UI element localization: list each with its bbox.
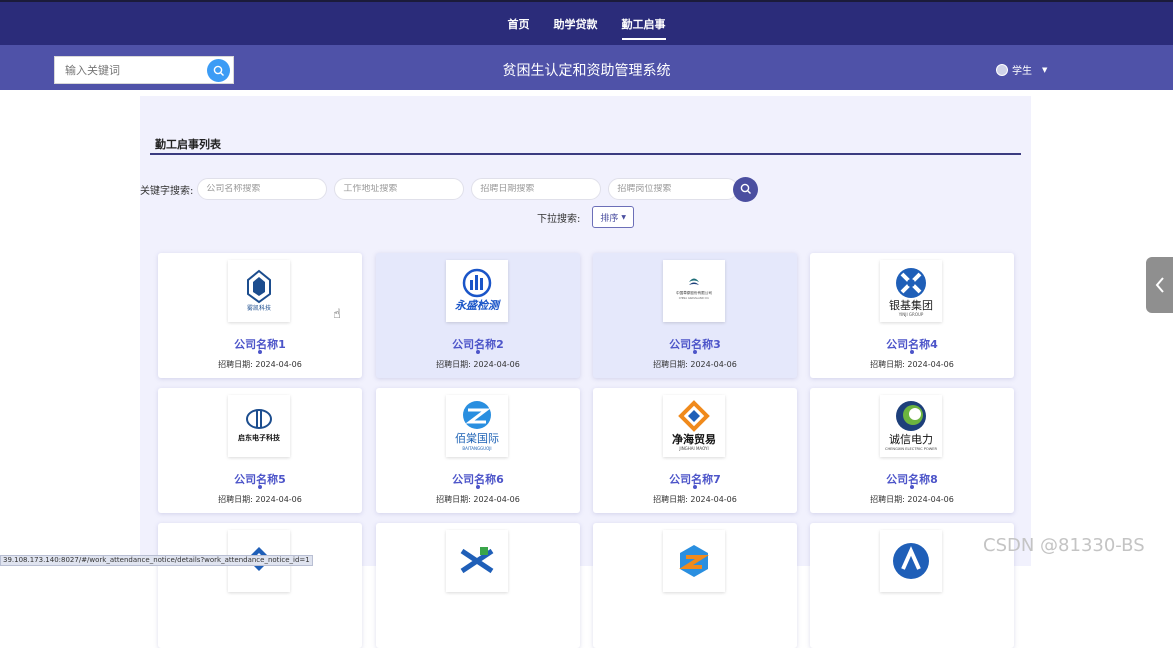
- indicator-dot: [910, 350, 914, 354]
- nav-home[interactable]: 首页: [508, 10, 530, 38]
- main-panel: 勤工启事列表 关键字搜索: 下拉搜索: 排序 ▼ 雾凯科技 公司: [140, 96, 1031, 648]
- svg-text:银基集团: 银基集团: [889, 298, 933, 312]
- address-search-input[interactable]: [343, 184, 454, 194]
- company-card[interactable]: 雾凯科技 公司名称1 招聘日期: 2024-04-06: [158, 253, 362, 378]
- company-card[interactable]: 启东电子科技 公司名称5 招聘日期: 2024-04-06: [158, 388, 362, 513]
- indicator-dot: [476, 485, 480, 489]
- company-card[interactable]: 永盛检测 公司名称2 招聘日期: 2024-04-06: [376, 253, 580, 378]
- nav-student-loan[interactable]: 助学贷款: [554, 10, 598, 38]
- company-logo: 启东电子科技: [228, 395, 290, 457]
- indicator-dot: [258, 350, 262, 354]
- dropdown-search-label: 下拉搜索:: [537, 213, 581, 225]
- company-card[interactable]: [158, 523, 362, 648]
- company-card[interactable]: [593, 523, 797, 648]
- svg-text:BAITANGGUOJI: BAITANGGUOJI: [462, 446, 491, 451]
- search-icon: [740, 183, 751, 194]
- svg-text:佰棠国际: 佰棠国际: [455, 432, 499, 445]
- company-logo: 银基集团 YINJI GROUP: [880, 260, 942, 322]
- indicator-dot: [258, 485, 262, 489]
- user-menu[interactable]: 学生 ▼: [996, 62, 1047, 77]
- svg-text:永盛检测: 永盛检测: [455, 299, 501, 312]
- svg-text:启东电子科技: 启东电子科技: [238, 433, 281, 442]
- side-panel-toggle[interactable]: [1146, 257, 1173, 313]
- svg-text:诚信电力: 诚信电力: [889, 433, 933, 446]
- sort-label: 排序: [600, 213, 619, 224]
- filter-search-button[interactable]: [733, 176, 759, 202]
- company-card[interactable]: 银基集团 YINJI GROUP 公司名称4 招聘日期: 2024-04-06: [810, 253, 1014, 378]
- recruit-date: 招聘日期: 2024-04-06: [653, 495, 737, 504]
- chevron-down-icon: ▼: [1042, 65, 1048, 74]
- sub-header: 贫困生认定和资助管理系统 学生 ▼: [0, 45, 1173, 90]
- recruit-date: 招聘日期: 2024-04-06: [436, 495, 520, 504]
- filter-row: 关键字搜索:: [140, 176, 759, 202]
- recruit-date: 招聘日期: 2024-04-06: [653, 360, 737, 369]
- company-card[interactable]: 中国草原股份有限公司 CHINA GRASSLAND CO. 公司名称3 招聘日…: [593, 253, 797, 378]
- chevron-left-icon: [1155, 277, 1164, 293]
- company-card[interactable]: 诚信电力 CHENGXIN ELECTRIC POWER 公司名称8 招聘日期:…: [810, 388, 1014, 513]
- section-divider: [150, 153, 1021, 155]
- company-logo: 中国草原股份有限公司 CHINA GRASSLAND CO.: [663, 260, 725, 322]
- indicator-dot: [693, 485, 697, 489]
- company-logo: 雾凯科技: [228, 260, 290, 322]
- company-logo: [880, 530, 942, 592]
- recruit-date: 招聘日期: 2024-04-06: [870, 360, 954, 369]
- company-card[interactable]: 净海贸易 JINGHAI MAOYI 公司名称7 招聘日期: 2024-04-0…: [593, 388, 797, 513]
- avatar: [996, 63, 1008, 76]
- svg-text:CHINA GRASSLAND CO.: CHINA GRASSLAND CO.: [679, 296, 710, 300]
- dropdown-row: 下拉搜索: 排序 ▼: [537, 206, 635, 228]
- svg-text:JINGHAI MAOYI: JINGHAI MAOYI: [678, 446, 708, 451]
- company-card[interactable]: 佰棠国际 BAITANGGUOJI 公司名称6 招聘日期: 2024-04-06: [376, 388, 580, 513]
- recruit-date: 招聘日期: 2024-04-06: [436, 360, 520, 369]
- svg-text:雾凯科技: 雾凯科技: [247, 304, 271, 312]
- recruit-date: 招聘日期: 2024-04-06: [218, 360, 302, 369]
- status-url: 39.108.173.140:8027/#/work_attendance_no…: [0, 555, 313, 566]
- svg-text:CHENGXIN ELECTRIC POWER: CHENGXIN ELECTRIC POWER: [885, 447, 938, 451]
- section-title: 勤工启事列表: [155, 138, 221, 151]
- indicator-dot: [693, 350, 697, 354]
- company-logo: [663, 530, 725, 592]
- indicator-dot: [476, 350, 480, 354]
- sort-dropdown[interactable]: 排序 ▼: [592, 206, 635, 228]
- keyword-search-label: 关键字搜索:: [140, 185, 194, 197]
- top-nav: 首页 助学贷款 勤工启事: [0, 0, 1173, 45]
- recruit-date: 招聘日期: 2024-04-06: [218, 495, 302, 504]
- position-search-field: [608, 178, 739, 200]
- recruit-date: 招聘日期: 2024-04-06: [870, 495, 954, 504]
- company-logo: 净海贸易 JINGHAI MAOYI: [663, 395, 725, 457]
- user-role-label: 学生: [1012, 66, 1032, 77]
- date-search-input[interactable]: [480, 184, 591, 194]
- svg-text:YINJI GROUP: YINJI GROUP: [898, 312, 924, 317]
- company-card[interactable]: [376, 523, 580, 648]
- company-search-field: [197, 178, 328, 200]
- watermark: CSDN @81330-BS: [983, 535, 1145, 556]
- position-search-input[interactable]: [617, 184, 728, 194]
- company-logo: [446, 530, 508, 592]
- svg-text:净海贸易: 净海贸易: [672, 432, 716, 446]
- company-logo: 佰棠国际 BAITANGGUOJI: [446, 395, 508, 457]
- date-search-field: [471, 178, 602, 200]
- company-search-input[interactable]: [206, 184, 317, 194]
- indicator-dot: [910, 485, 914, 489]
- hand-cursor-icon: ☝: [333, 307, 341, 322]
- company-logo: 诚信电力 CHENGXIN ELECTRIC POWER: [880, 395, 942, 457]
- svg-text:中国草原股份有限公司: 中国草原股份有限公司: [676, 290, 712, 295]
- company-logo: 永盛检测: [446, 260, 508, 322]
- nav-work-notice[interactable]: 勤工启事: [621, 10, 666, 40]
- address-search-field: [334, 178, 465, 200]
- caret-down-icon: ▼: [621, 213, 627, 221]
